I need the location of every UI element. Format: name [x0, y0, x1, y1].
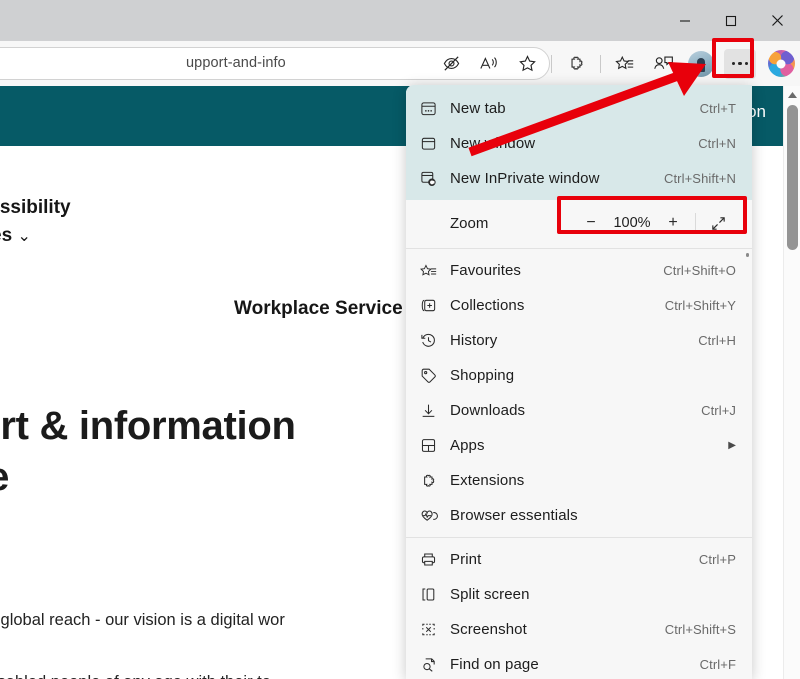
- page-scrollbar-thumb[interactable]: [787, 105, 798, 250]
- menu-item-shortcut: Ctrl+Shift+S: [665, 622, 736, 637]
- menu-item-shortcut: Ctrl+F: [700, 657, 736, 672]
- menu-section-tools: Favourites Ctrl+Shift+O Collections Ctrl…: [406, 253, 752, 533]
- browser-essentials-icon: [420, 507, 450, 524]
- split-screen-chat-icon[interactable]: [646, 47, 680, 81]
- inprivate-window-icon: [420, 170, 450, 187]
- site-menu-left-line1[interactable]: al Accessibility: [0, 194, 71, 222]
- find-on-page-icon: [420, 656, 450, 673]
- page-title-line1: pport & information: [0, 401, 296, 452]
- menu-item-label: History: [450, 332, 698, 349]
- menu-item-label: Browser essentials: [450, 507, 736, 524]
- settings-and-more-highlight: [712, 38, 754, 78]
- print-icon: [420, 551, 450, 568]
- window-controls: [662, 0, 800, 41]
- favourites-icon: [420, 263, 450, 279]
- collections-icon: [420, 297, 450, 314]
- menu-body: Zoom − 100% +: [406, 200, 752, 679]
- settings-and-more-menu: New tab Ctrl+T New window Ctrl+N: [406, 85, 752, 679]
- site-menu-left: al Accessibility Services ⌄: [0, 194, 71, 249]
- menu-item-new-window[interactable]: New window Ctrl+N: [406, 126, 752, 161]
- apps-icon: [420, 437, 450, 454]
- menu-item-label: Split screen: [450, 586, 736, 603]
- minimize-button[interactable]: [662, 0, 708, 41]
- page-title-line2: ople: [0, 452, 296, 503]
- menu-item-shortcut: Ctrl+Shift+O: [663, 263, 736, 278]
- menu-item-label: New tab: [450, 100, 700, 117]
- toolbar-divider: [551, 55, 552, 73]
- extensions-icon: [420, 472, 450, 489]
- new-window-icon: [420, 135, 450, 152]
- menu-item-label: Collections: [450, 297, 665, 314]
- menu-item-label: Shopping: [450, 367, 736, 384]
- menu-separator-1: [406, 248, 752, 249]
- page-scrollbar[interactable]: [783, 86, 800, 679]
- close-button[interactable]: [754, 0, 800, 41]
- address-bar-text[interactable]: upport-and-info: [186, 55, 286, 71]
- menu-item-apps[interactable]: Apps ▶: [406, 428, 752, 463]
- scroll-up-arrow-icon[interactable]: [784, 86, 800, 103]
- menu-item-label: Extensions: [450, 472, 736, 489]
- maximize-button[interactable]: [708, 0, 754, 41]
- menu-item-screenshot[interactable]: Screenshot Ctrl+Shift+S: [406, 612, 752, 647]
- menu-item-favourites[interactable]: Favourites Ctrl+Shift+O: [406, 253, 752, 288]
- menu-item-browser-essentials[interactable]: Browser essentials: [406, 498, 752, 533]
- menu-item-label: Print: [450, 551, 699, 568]
- zoom-label: Zoom: [450, 215, 573, 232]
- menu-item-shortcut: Ctrl+N: [698, 136, 736, 151]
- menu-item-shortcut: Ctrl+T: [700, 101, 736, 116]
- menu-item-label: Favourites: [450, 262, 663, 279]
- page-title: pport & information ople: [0, 401, 296, 503]
- reading-view-off-icon[interactable]: [434, 47, 468, 81]
- menu-item-label: Downloads: [450, 402, 701, 419]
- menu-item-split-screen[interactable]: Split screen: [406, 577, 752, 612]
- menu-item-collections[interactable]: Collections Ctrl+Shift+Y: [406, 288, 752, 323]
- menu-item-label: New InPrivate window: [450, 170, 664, 187]
- submenu-arrow-icon: ▶: [728, 440, 736, 451]
- menu-item-find-on-page[interactable]: Find on page Ctrl+F: [406, 647, 752, 679]
- menu-scrollbar[interactable]: [742, 85, 752, 679]
- screen: About Con al Accessibility Services ⌄ Wo…: [0, 0, 800, 679]
- menu-item-downloads[interactable]: Downloads Ctrl+J: [406, 393, 752, 428]
- read-aloud-icon[interactable]: [472, 47, 506, 81]
- menu-item-new-tab[interactable]: New tab Ctrl+T: [406, 91, 752, 126]
- menu-section-page-tools: Print Ctrl+P Split screen: [406, 542, 752, 679]
- screenshot-icon: [420, 621, 450, 638]
- new-tab-icon: [420, 100, 450, 117]
- toolbar-divider-2: [600, 55, 601, 73]
- menu-item-shortcut: Ctrl+P: [699, 552, 736, 567]
- menu-item-label: Screenshot: [450, 621, 665, 638]
- shopping-tag-icon: [420, 367, 450, 384]
- menu-item-shopping[interactable]: Shopping: [406, 358, 752, 393]
- menu-item-extensions[interactable]: Extensions: [406, 463, 752, 498]
- menu-new-section: New tab Ctrl+T New window Ctrl+N: [406, 85, 752, 200]
- menu-item-label: Apps: [450, 437, 720, 454]
- chevron-down-icon: ⌄: [17, 228, 30, 245]
- split-screen-icon: [420, 586, 450, 603]
- page-paragraph-2: ple and disabled people of any age with …: [0, 668, 271, 679]
- menu-item-label: Find on page: [450, 656, 700, 673]
- menu-separator-2: [406, 537, 752, 538]
- menu-item-print[interactable]: Print Ctrl+P: [406, 542, 752, 577]
- menu-item-label: New window: [450, 135, 698, 152]
- menu-item-shortcut: Ctrl+Shift+Y: [665, 298, 736, 313]
- site-menu-workplace-services[interactable]: Workplace Service: [234, 298, 403, 320]
- menu-item-shortcut: Ctrl+H: [698, 333, 736, 348]
- window-title-bar: [0, 0, 800, 41]
- zoom-controls-highlight: [557, 196, 747, 234]
- history-icon: [420, 332, 450, 349]
- menu-item-shortcut: Ctrl+Shift+N: [664, 171, 736, 186]
- downloads-icon: [420, 402, 450, 419]
- menu-item-new-inprivate-window[interactable]: New InPrivate window Ctrl+Shift+N: [406, 161, 752, 196]
- extensions-puzzle-icon[interactable]: [559, 47, 593, 81]
- page-paragraph-2-line1: ple and disabled people of any age with …: [0, 668, 271, 679]
- copilot-icon[interactable]: [764, 47, 798, 81]
- favourites-list-icon[interactable]: [608, 47, 642, 81]
- favorite-star-icon[interactable]: [510, 47, 544, 81]
- site-menu-left-line2[interactable]: Services ⌄: [0, 222, 71, 250]
- menu-item-history[interactable]: History Ctrl+H: [406, 323, 752, 358]
- page-paragraph-1: y with a global reach - our vision is a …: [0, 611, 285, 630]
- menu-item-shortcut: Ctrl+J: [701, 403, 736, 418]
- menu-scrollbar-thumb[interactable]: [746, 253, 749, 257]
